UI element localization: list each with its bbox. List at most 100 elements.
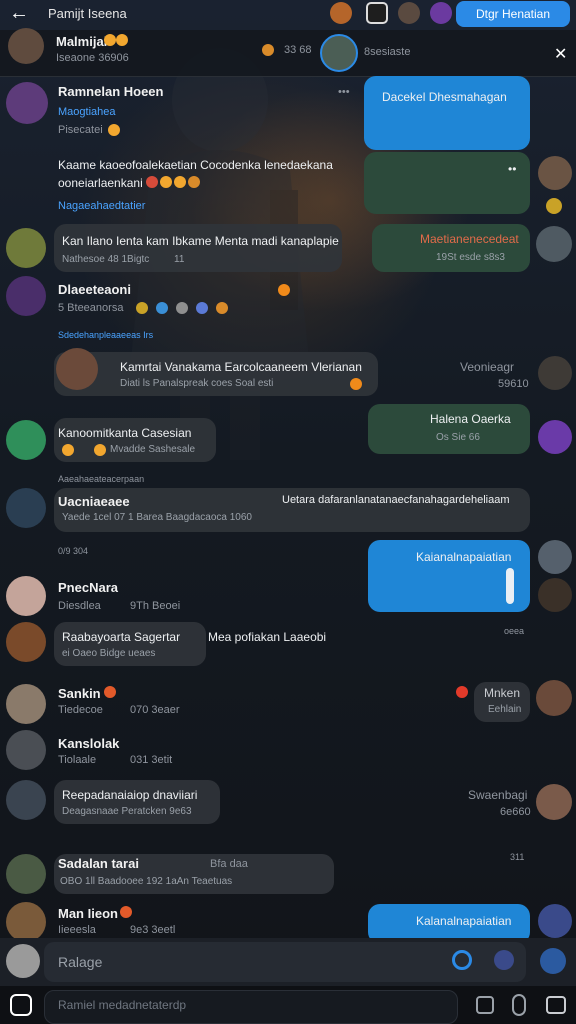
- avatar[interactable]: [320, 34, 358, 72]
- avatar[interactable]: [6, 420, 46, 460]
- avatar[interactable]: [8, 28, 44, 64]
- send-icon[interactable]: [540, 948, 566, 974]
- avatar[interactable]: [6, 780, 46, 820]
- avatar[interactable]: [538, 578, 572, 612]
- join-button[interactable]: Dtgr Henatian: [456, 1, 570, 27]
- avatar[interactable]: [536, 680, 572, 716]
- emoji-icon: [146, 176, 158, 188]
- emoji-icon: [456, 686, 468, 698]
- message-meta: Os Sie 66: [436, 432, 480, 443]
- message-meta: Yaede 1cel 07 1 Barea Baagdacaoca 1060: [62, 512, 252, 523]
- avatar[interactable]: [430, 2, 452, 24]
- message-meta: Tiedecoe: [58, 704, 103, 716]
- incoming-message[interactable]: [54, 418, 216, 462]
- message-text: Kaianalnapaiatian: [416, 550, 512, 564]
- side-meta: 6e660: [500, 806, 531, 818]
- message-text: Kanoomitkanta Casesian: [58, 426, 192, 440]
- avatar[interactable]: [6, 82, 48, 124]
- message-meta: Iieeesla: [58, 924, 96, 936]
- avatar[interactable]: [538, 540, 572, 574]
- emoji-icon: [120, 906, 132, 918]
- avatar[interactable]: [6, 488, 46, 528]
- star-icon: [546, 198, 562, 214]
- emoji-icon: [216, 302, 228, 314]
- avatar[interactable]: [330, 2, 352, 24]
- side-meta: Eehlain: [488, 704, 522, 715]
- avatar[interactable]: [538, 156, 572, 190]
- pinned-name: Malmijai: [56, 34, 108, 49]
- outgoing-message[interactable]: [364, 152, 530, 214]
- avatar[interactable]: [398, 2, 420, 24]
- message-meta: 9Th Beoei: [130, 600, 181, 612]
- message-link[interactable]: Nagaeahaedtatier: [58, 200, 145, 212]
- avatar[interactable]: [6, 854, 46, 894]
- sender-name: PnecNara: [58, 580, 118, 595]
- outgoing-message[interactable]: [364, 76, 530, 150]
- side-text: Mnken: [484, 686, 521, 700]
- avatar[interactable]: [6, 276, 46, 316]
- emoji-picker-icon[interactable]: [546, 996, 566, 1014]
- incoming-message[interactable]: [54, 352, 378, 396]
- message-meta: Deagasnaae Peratcken 9e63: [62, 806, 192, 817]
- pin-icon: [506, 568, 514, 604]
- camera-icon[interactable]: [10, 994, 32, 1016]
- top-bar: ← Pamijt Iseena Dtgr Henatian: [0, 0, 576, 28]
- emoji-icon: [136, 302, 148, 314]
- sticker-icon[interactable]: [494, 950, 514, 970]
- secondary-input-placeholder: Ramiel medadnetaterdp: [58, 998, 187, 1012]
- sticker-icon[interactable]: [366, 2, 388, 24]
- microphone-icon[interactable]: [512, 994, 526, 1016]
- message-meta: OBO 1ll Baadooee 192 1aAn Teaetuas: [60, 876, 233, 887]
- message-text: Kaame kaoeofoalekaetian Cocodenka leneda…: [58, 158, 333, 172]
- message-meta: 9e3 3eetl: [130, 924, 176, 936]
- gallery-icon[interactable]: [476, 996, 494, 1014]
- avatar[interactable]: [6, 902, 46, 942]
- message-text: ooneiarlaenkani: [58, 176, 143, 190]
- sender-link[interactable]: Maogtiahea: [58, 106, 116, 118]
- emoji-icon: [262, 44, 274, 56]
- pinned-count: 33 68: [284, 44, 312, 56]
- message-text: Dacekel Dhesmahagan: [382, 90, 507, 104]
- message-meta: Mvadde Sashesale: [110, 444, 196, 455]
- pinned-tag: 8sesiaste: [364, 46, 411, 58]
- emoji-icon: [94, 444, 106, 456]
- avatar[interactable]: [6, 576, 46, 616]
- side-text: 311: [510, 852, 525, 862]
- message-input-placeholder: Ralage: [58, 954, 103, 970]
- avatar[interactable]: [538, 904, 572, 938]
- avatar[interactable]: [6, 622, 46, 662]
- sender-name: Kanslolak: [58, 736, 120, 751]
- emoji-icon: [104, 34, 116, 46]
- record-icon[interactable]: [452, 950, 472, 970]
- message-meta: 5 Bteeanorsa: [58, 302, 124, 314]
- incoming-message[interactable]: [54, 780, 220, 824]
- avatar[interactable]: [536, 226, 572, 262]
- message-meta: 031 3etit: [130, 754, 173, 766]
- attach-avatar[interactable]: [6, 944, 40, 978]
- avatar[interactable]: [536, 784, 572, 820]
- emoji-icon: [108, 124, 120, 136]
- sender-name: Ramnelan Hoeen: [58, 84, 164, 99]
- avatar[interactable]: [56, 348, 98, 390]
- sender-name: Sankin: [58, 686, 101, 701]
- message-text: Kan Ilano Ienta kam Ibkame Menta madi ka…: [62, 234, 339, 248]
- more-icon[interactable]: •••: [338, 86, 350, 98]
- message-meta: 070 3eaer: [130, 704, 180, 716]
- pinned-meta: Iseaone 36906: [56, 52, 129, 64]
- message-meta: ei Oaeo Bidge ueaes: [62, 648, 156, 659]
- emoji-icon: [176, 302, 188, 314]
- emoji-icon: [62, 444, 74, 456]
- close-icon[interactable]: ✕: [554, 44, 567, 64]
- message-meta: 11: [174, 254, 185, 265]
- message-text: Kamrtai Vanakama Earcolcaaneem Vlerianan: [120, 360, 362, 374]
- message-text: Maetianenecedeat: [420, 232, 519, 246]
- avatar[interactable]: [538, 420, 572, 454]
- back-arrow-icon[interactable]: ←: [8, 2, 30, 24]
- avatar[interactable]: [6, 228, 46, 268]
- date-separator: Sdedehanpleaaeeas Irs: [58, 330, 154, 340]
- avatar[interactable]: [6, 684, 46, 724]
- avatar[interactable]: [538, 356, 572, 390]
- avatar[interactable]: [6, 730, 46, 770]
- emoji-icon: [350, 378, 362, 390]
- incoming-message[interactable]: [54, 622, 206, 666]
